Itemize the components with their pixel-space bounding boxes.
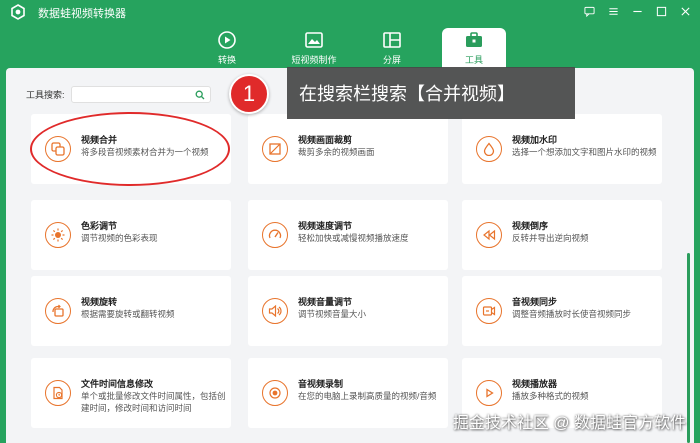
close-icon[interactable] — [678, 3, 692, 19]
scrollbar[interactable] — [687, 253, 690, 443]
watermark-icon — [476, 136, 502, 162]
tab-label: 分屏 — [382, 55, 401, 65]
tool-card-reverse[interactable]: 视频倒序 反转并导出逆向视频 — [462, 200, 662, 270]
step-badge: 1 — [229, 74, 269, 114]
tool-title: 视频加水印 — [512, 135, 558, 145]
tab-label: 工具 — [464, 55, 483, 65]
record-icon — [262, 380, 288, 406]
speed-icon — [262, 222, 288, 248]
player-icon — [476, 380, 502, 406]
merge-icon — [45, 136, 71, 162]
tool-card-record[interactable]: 音视频录制 在您的电脑上录制高质量的视频/音频 — [248, 358, 448, 428]
tool-title: 文件时间信息修改 — [81, 379, 154, 389]
callout-text: 在搜索栏搜索【合并视频】 — [299, 84, 515, 104]
tab-convert[interactable]: 转换 — [195, 28, 259, 68]
tool-title: 视频画面裁剪 — [298, 135, 353, 145]
tool-desc: 反转并导出逆向视频 — [512, 233, 589, 243]
tool-card-merge[interactable]: 视频合并 将多段音视频素材合并为一个视频 — [31, 114, 231, 184]
watermark-text: 掘金技术社区 @ 数据蛙官方软件 — [452, 415, 686, 432]
tool-card-color[interactable]: 色彩调节 调节视频的色彩表现 — [31, 200, 231, 270]
tool-title: 视频倒序 — [512, 221, 549, 231]
instruction-callout: 在搜索栏搜索【合并视频】 — [287, 67, 575, 119]
tool-desc: 调节视频的色彩表现 — [81, 233, 158, 243]
reverse-icon — [476, 222, 502, 248]
tools-panel: 工具搜索: 视频合并 将多段音视频素材合并为一个视频 视频画面裁剪 裁剪多余的视… — [6, 68, 694, 443]
tool-title: 视频速度调节 — [298, 221, 353, 231]
tab-short-video[interactable]: 短视频制作 — [277, 28, 351, 68]
tool-desc: 在您的电脑上录制高质量的视频/音频 — [298, 391, 437, 401]
tool-card-volume[interactable]: 视频音量调节 调节视频音量大小 — [248, 276, 448, 346]
tool-card-speed[interactable]: 视频速度调节 轻松加快或减慢视频播放速度 — [248, 200, 448, 270]
convert-icon — [218, 31, 236, 49]
toolbox-icon — [466, 32, 482, 47]
app-title: 数据蛙视频转换器 — [38, 8, 126, 20]
search-input[interactable] — [71, 89, 182, 105]
crop-icon — [262, 136, 288, 162]
tool-title: 色彩调节 — [81, 221, 118, 231]
tool-title: 音视频同步 — [512, 297, 558, 307]
tab-split-screen[interactable]: 分屏 — [360, 28, 424, 68]
tool-card-file-time[interactable]: 文件时间信息修改 单个或批量修改文件时间属性，包括创建时间，修改时间和访问时间 — [31, 358, 231, 428]
search-icon[interactable] — [195, 90, 205, 100]
tab-label: 转换 — [217, 55, 236, 65]
tool-desc: 将多段音视频素材合并为一个视频 — [81, 147, 209, 157]
tab-tools[interactable]: 工具 — [442, 28, 506, 68]
minimize-icon[interactable] — [630, 3, 644, 19]
file-time-icon — [45, 380, 71, 406]
menu-icon[interactable] — [606, 3, 620, 19]
tab-label: 短视频制作 — [291, 55, 337, 65]
volume-icon — [262, 298, 288, 324]
search-box[interactable] — [70, 86, 211, 105]
chat-icon[interactable] — [582, 3, 596, 19]
short-video-icon — [305, 32, 323, 48]
tool-desc: 调节视频音量大小 — [298, 309, 367, 319]
app-logo-icon — [11, 4, 25, 20]
tool-desc: 调整音频播放时长使音视频同步 — [512, 309, 632, 319]
main-tabs: 转换 短视频制作 分屏 工具 — [0, 24, 700, 68]
sync-icon — [476, 298, 502, 324]
search-label: 工具搜索: — [26, 90, 65, 100]
tool-card-rotate[interactable]: 视频旋转 根据需要旋转或翻转视频 — [31, 276, 231, 346]
tool-card-sync[interactable]: 音视频同步 调整音频播放时长使音视频同步 — [462, 276, 662, 346]
tool-title: 音视频录制 — [298, 379, 344, 389]
tool-title: 视频旋转 — [81, 297, 118, 307]
title-bar: 数据蛙视频转换器 — [0, 0, 700, 24]
rotate-icon — [45, 298, 71, 324]
tool-title: 视频播放器 — [512, 379, 558, 389]
tool-card-watermark[interactable]: 视频加水印 选择一个想添加文字和图片水印的视频 — [462, 114, 662, 184]
tool-card-crop[interactable]: 视频画面裁剪 裁剪多余的视频画面 — [248, 114, 448, 184]
tool-search: 工具搜索: — [26, 86, 211, 105]
tool-desc: 播放多种格式的视频 — [512, 391, 589, 401]
tool-desc: 裁剪多余的视频画面 — [298, 147, 375, 157]
tool-desc: 单个或批量修改文件时间属性，包括创建时间，修改时间和访问时间 — [81, 391, 226, 413]
tool-desc: 根据需要旋转或翻转视频 — [81, 309, 175, 319]
tool-title: 视频合并 — [81, 135, 118, 145]
color-icon — [45, 222, 71, 248]
tool-desc: 轻松加快或减慢视频播放速度 — [298, 233, 409, 243]
tool-desc: 选择一个想添加文字和图片水印的视频 — [512, 147, 657, 157]
tool-title: 视频音量调节 — [298, 297, 353, 307]
maximize-icon[interactable] — [654, 3, 668, 19]
split-screen-icon — [383, 32, 401, 48]
